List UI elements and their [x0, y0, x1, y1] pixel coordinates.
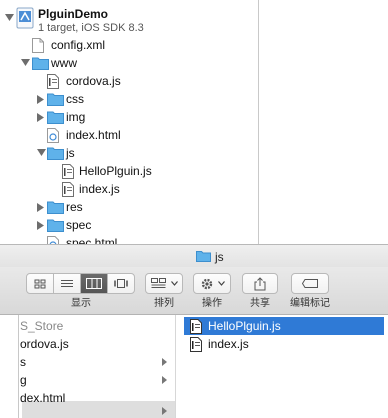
cover-flow-button[interactable] — [107, 273, 135, 294]
folder-icon — [32, 56, 49, 71]
column-browser: S_Store ordova.js s g dex.html HelloPlgu… — [0, 315, 388, 418]
project-subtitle: 1 target, iOS SDK 8.3 — [38, 22, 144, 34]
js-file-icon — [62, 164, 78, 179]
parent-column: S_Store ordova.js s g dex.html — [0, 315, 176, 418]
navigator-item-index-html[interactable]: index.html — [0, 126, 258, 144]
edit-tags-button[interactable] — [291, 273, 329, 294]
list-item[interactable]: S_Store — [0, 317, 175, 335]
chevron-down-icon — [217, 281, 225, 286]
chevron-right-icon — [162, 358, 167, 366]
file-row-label: HelloPlguin.js — [208, 319, 281, 333]
action-button[interactable] — [193, 273, 231, 294]
file-icon — [32, 38, 48, 53]
navigator-item-label: cordova.js — [66, 74, 121, 88]
navigator-item-label: js — [66, 146, 75, 160]
share-icon — [254, 276, 266, 290]
action-label: 操作 — [202, 298, 222, 309]
finder-titlebar: js — [0, 245, 388, 267]
disclosure-closed-icon[interactable] — [36, 94, 46, 104]
tag-icon — [302, 279, 318, 288]
navigator-item-www[interactable]: www — [0, 54, 258, 72]
folder-icon — [47, 92, 64, 107]
js-file-icon — [62, 182, 78, 197]
tags-label: 编辑标记 — [290, 298, 330, 309]
js-file-icon — [47, 74, 63, 89]
js-file-icon — [190, 337, 202, 352]
window-title-text: js — [215, 250, 224, 264]
list-item-label: ordova.js — [20, 337, 69, 351]
js-file-icon — [190, 319, 202, 334]
chevron-down-icon — [170, 281, 178, 286]
list-item-label: S_Store — [20, 319, 64, 333]
chevron-right-icon — [162, 376, 167, 384]
navigator-item-label: img — [66, 110, 86, 124]
disclosure-closed-icon[interactable] — [36, 112, 46, 122]
arrange-button[interactable] — [145, 273, 183, 294]
finder-toolbar: 显示 排列 操作 共享 编辑标记 — [0, 267, 388, 315]
navigator-item-helloplguin-js[interactable]: HelloPlguin.js — [0, 162, 258, 180]
arrange-label: 排列 — [154, 298, 174, 309]
navigator-item-label: www — [51, 56, 77, 70]
cover-flow-icon — [114, 279, 128, 288]
editor-area — [258, 0, 388, 250]
navigator-item-label: css — [66, 92, 84, 106]
navigator-item-img[interactable]: img — [0, 108, 258, 126]
column-view-icon — [86, 278, 102, 289]
share-label: 共享 — [250, 298, 270, 309]
navigator-item-css[interactable]: css — [0, 90, 258, 108]
navigator-item-spec[interactable]: spec — [0, 216, 258, 234]
finder-window: js 显示 排列 操作 共享 编辑标记 S_Store ordova.js s … — [0, 244, 388, 418]
disclosure-open-icon[interactable] — [4, 13, 14, 23]
navigator-item-label: index.js — [79, 182, 120, 196]
gear-icon — [201, 278, 212, 289]
list-view-icon — [61, 279, 73, 287]
column-view-button[interactable] — [80, 273, 108, 294]
navigator-item-res[interactable]: res — [0, 198, 258, 216]
navigator-item-index-js[interactable]: index.js — [0, 180, 258, 198]
project-navigator: PlguinDemo 1 target, iOS SDK 8.3 config.… — [0, 0, 258, 250]
list-item-label: s — [20, 355, 26, 369]
folder-icon — [47, 200, 64, 215]
navigator-item-label: res — [66, 200, 83, 214]
folder-icon — [47, 146, 64, 161]
folder-icon — [47, 110, 64, 125]
list-item[interactable]: s — [0, 353, 175, 371]
files-column: HelloPlguin.js index.js — [176, 315, 388, 418]
arrange-grid-icon — [150, 278, 166, 288]
folder-icon — [196, 250, 211, 265]
icon-view-button[interactable] — [26, 273, 54, 294]
list-item-selected[interactable] — [0, 401, 175, 418]
file-row-index-js[interactable]: index.js — [184, 335, 384, 353]
list-item[interactable]: ordova.js — [0, 335, 175, 353]
view-mode-control[interactable] — [26, 273, 138, 294]
list-view-button[interactable] — [53, 273, 81, 294]
project-row[interactable]: PlguinDemo 1 target, iOS SDK 8.3 — [0, 4, 258, 34]
navigator-item-config-xml[interactable]: config.xml — [0, 36, 258, 54]
navigator-item-js[interactable]: js — [0, 144, 258, 162]
navigator-item-label: config.xml — [51, 38, 106, 52]
navigator-item-label: HelloPlguin.js — [79, 164, 152, 178]
view-label: 显示 — [71, 298, 91, 309]
project-name: PlguinDemo — [38, 7, 109, 21]
share-button[interactable] — [242, 273, 278, 294]
disclosure-open-icon[interactable] — [20, 58, 30, 68]
folder-icon — [47, 218, 64, 233]
window-title: js — [196, 249, 224, 265]
navigator-item-label: spec — [66, 218, 92, 232]
list-item-label: g — [20, 373, 27, 387]
file-row-helloplguin-js[interactable]: HelloPlguin.js — [184, 317, 384, 335]
navigator-item-cordova-js[interactable]: cordova.js — [0, 72, 258, 90]
html-file-icon — [47, 128, 63, 143]
disclosure-closed-icon[interactable] — [36, 220, 46, 230]
xcode-project-icon — [16, 7, 34, 29]
navigator-item-label: index.html — [66, 128, 121, 142]
disclosure-open-icon[interactable] — [36, 148, 46, 158]
disclosure-closed-icon[interactable] — [36, 202, 46, 212]
icon-view-icon — [34, 279, 46, 288]
list-item[interactable]: g — [0, 371, 175, 389]
chevron-right-icon — [162, 407, 167, 415]
file-row-label: index.js — [208, 337, 249, 351]
